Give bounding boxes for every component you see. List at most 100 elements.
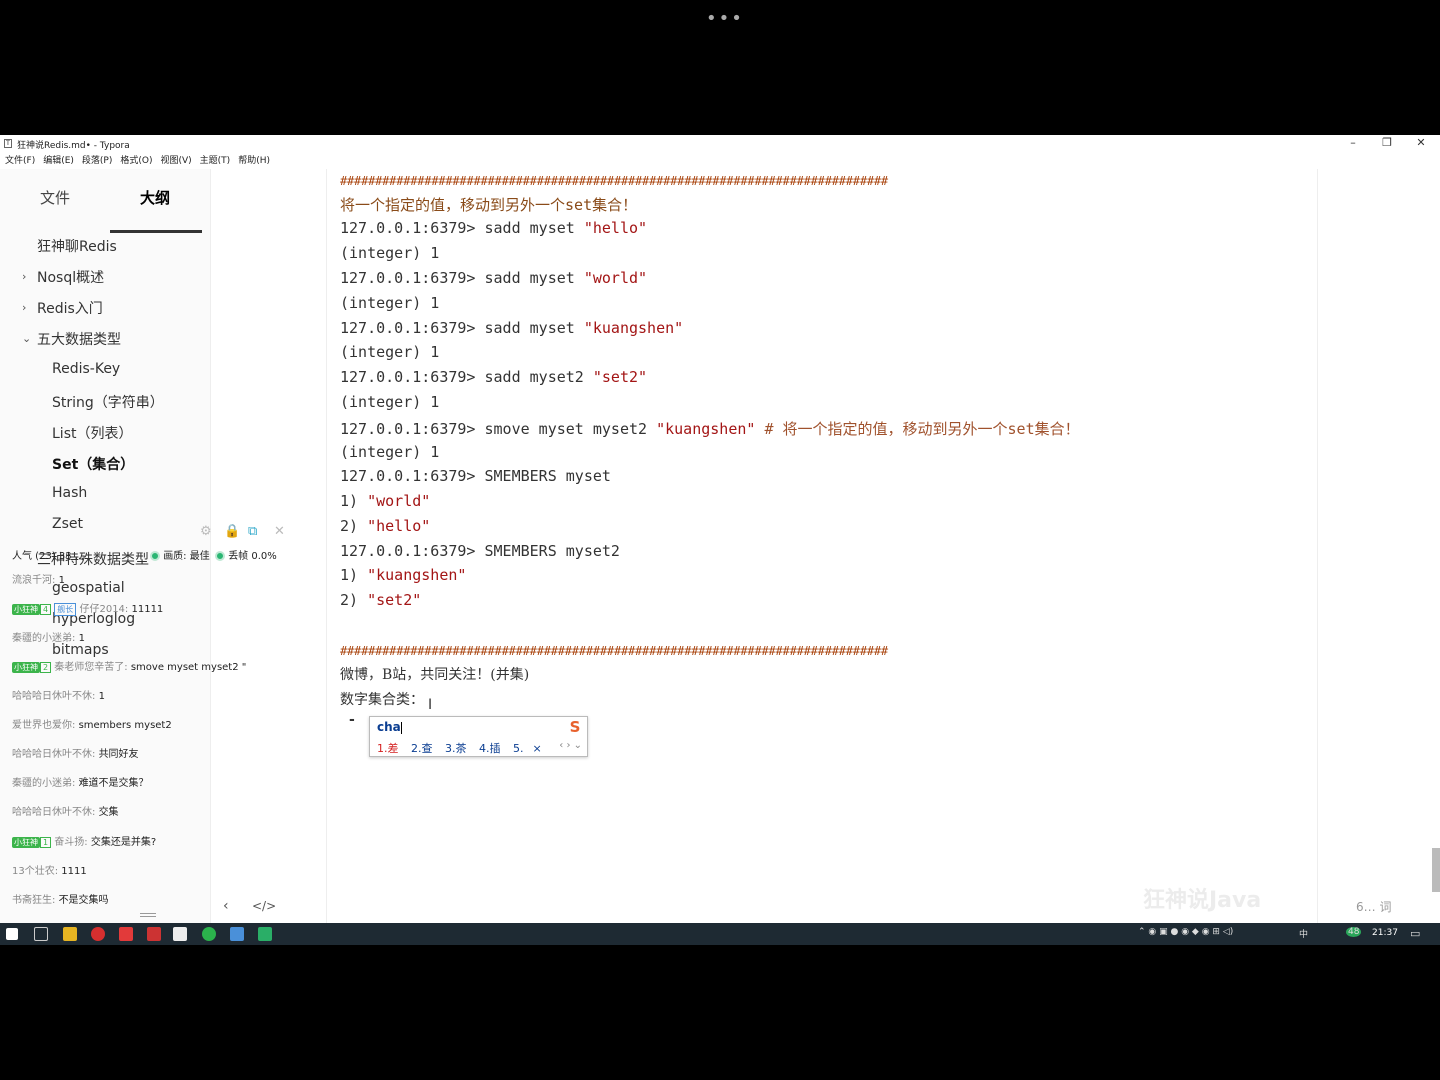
menu-format[interactable]: 格式(O) [120,153,152,169]
notification-icon[interactable]: ▭ [1410,927,1420,940]
outline-item[interactable]: 狂神聊Redis [37,236,117,256]
ime-candidate[interactable]: 5. [513,742,524,755]
ime-candidate[interactable]: 2.查 [411,742,433,755]
menu-view[interactable]: 视图(V) [160,153,191,169]
code-line: 127.0.0.1:6379> sadd myset "kuangshen" [340,319,684,337]
code-line: 127.0.0.1:6379> sadd myset "hello" [340,219,648,237]
menu-bar: 文件(F) 编辑(E) 段落(P) 格式(O) 视图(V) 主题(T) 帮助(H… [0,153,273,169]
menu-help[interactable]: 帮助(H) [238,153,270,169]
drag-handle-icon[interactable] [140,913,156,917]
outline-item[interactable]: Hash [52,485,87,501]
code-line: 127.0.0.1:6379> SMEMBERS myset [340,467,611,485]
typora-taskbar-icon[interactable] [173,927,187,941]
drop-frame-status: 丢帧 0.0% [215,547,277,562]
outline-item[interactable]: Zset [52,516,83,532]
close-icon[interactable]: ✕ [274,524,285,539]
code-line: 1) "kuangshen" [340,566,467,584]
tray-badge[interactable]: 48 [1346,927,1362,937]
outline-item[interactable]: 五大数据类型 [37,329,121,349]
ime-candidate[interactable]: 4.插 [479,742,501,755]
settings-icon[interactable]: ⚙ [200,524,212,539]
typora-window: T 狂神说Redis.md• - Typora – ❐ ✕ 文件(F) 编辑(E… [0,135,1440,923]
outline-item[interactable]: Redis入门 [37,298,103,318]
chat-header: 人气 (23) 33 ... [12,551,85,562]
watermark: 狂神说Java [1143,888,1262,913]
code-separator: ########################################… [340,644,888,658]
text-cursor-icon: I [428,697,433,713]
list-bullet: - [349,712,355,728]
menu-paragraph[interactable]: 段落(P) [82,153,112,169]
editor-pane[interactable]: ########################################… [326,169,1318,923]
window-title: 狂神说Redis.md• - Typora [17,141,130,151]
menu-edit[interactable]: 编辑(E) [43,153,74,169]
app-icon[interactable] [230,927,244,941]
source-code-icon[interactable]: </> [252,899,276,913]
outline-item[interactable]: Nosql概述 [37,267,104,287]
code-line: 127.0.0.1:6379> sadd myset "world" [340,269,648,287]
chevron-right-icon[interactable]: › [22,301,26,314]
outline-item[interactable]: List（列表） [52,423,132,443]
menu-file[interactable]: 文件(F) [5,153,35,169]
taskbar: ⌃ ◉ ▣ ● ◉ ◆ ◉ ⊞ ◁) 中 48 21:37 ▭ [0,923,1440,945]
code-line: (integer) 1 [340,294,440,312]
minimize-icon[interactable]: – [1338,136,1368,150]
app-icon[interactable] [91,927,105,941]
chat-message: 小狂神 1 奋斗扬: 交集还是并集? [12,837,157,848]
app-icon[interactable] [202,927,216,941]
lock-icon[interactable]: 🔒 [224,524,240,539]
close-icon[interactable]: ✕ [1406,136,1436,150]
quality-status: 画质: 最佳 [150,547,210,562]
code-line: 127.0.0.1:6379> SMEMBERS myset2 [340,542,620,560]
active-tab-indicator [110,230,202,233]
code-line: 2) "set2" [340,591,422,609]
tab-files[interactable]: 文件 [40,187,70,208]
back-arrow-icon[interactable]: ‹ [223,898,229,914]
chat-message: 哈哈哈日休叶不休: 1 [12,691,105,702]
title-bar: T 狂神说Redis.md• - Typora – ❐ ✕ [0,135,1440,152]
chat-message: 书斋狂生: 不是交集吗 [12,895,109,906]
file-explorer-icon[interactable] [63,927,77,941]
restore-icon[interactable]: ❐ [1372,136,1402,150]
outline-item[interactable]: bitmaps [52,642,109,658]
chevron-down-icon[interactable]: ⌄ [22,332,31,345]
task-view-icon[interactable] [34,927,48,941]
word-count[interactable]: 6… 词 [1356,898,1391,915]
outline-item[interactable]: String（字符串） [52,392,164,412]
chevron-right-icon[interactable]: › [22,270,26,283]
ime-candidate[interactable]: 1.差 [377,742,399,755]
windows-start-icon[interactable] [6,928,18,940]
code-line: (integer) 1 [340,443,440,461]
app-icon[interactable] [147,927,161,941]
video-top-bar: ••• [0,0,1440,135]
code-separator: ########################################… [340,174,888,188]
tab-outline[interactable]: 大纲 [140,187,170,208]
wechat-icon[interactable] [258,927,272,941]
ime-indicator[interactable]: 中 [1299,927,1308,940]
menu-theme[interactable]: 主题(T) [200,153,231,169]
ime-close-icon[interactable]: × [533,742,542,755]
ime-candidates: 1.差 2.查 3.茶 4.插 5. × [377,740,542,756]
chat-message: 流浪千河: 1 [12,575,65,586]
paragraph: 微博，B站，共同关注！(并集) [340,667,530,683]
popout-icon[interactable]: ⧉ [248,524,257,539]
chat-message: 13个壮农: 1111 [12,866,87,877]
ime-page-nav-icon[interactable]: ‹ › ⌄ [559,740,582,751]
clock[interactable]: 21:37 [1372,928,1398,938]
code-line: (integer) 1 [340,343,440,361]
more-options-icon[interactable]: ••• [706,8,744,29]
paragraph: 数字集合类： [340,692,424,708]
code-line: 2) "hello" [340,517,431,535]
chat-message: 秦疆的小迷弟: 1 [12,633,85,644]
chat-message: 小狂神 4 舰长 仔仔2014: 11111 [12,603,164,616]
tray-icons[interactable]: ⌃ ◉ ▣ ● ◉ ◆ ◉ ⊞ ◁) [1138,927,1233,937]
chat-message: 哈哈哈日休叶不休: 交集 [12,807,119,818]
ime-candidate[interactable]: 3.茶 [445,742,467,755]
code-line: 1) "world" [340,492,431,510]
sidebar-tabs: 文件 大纲 [0,187,211,233]
scrollbar-thumb[interactable] [1432,848,1440,892]
app-icon[interactable] [119,927,133,941]
outline-item[interactable]: Redis-Key [52,361,120,377]
outline-item-active[interactable]: Set（集合） [52,454,134,474]
sogou-logo-icon: S [569,718,581,736]
ime-candidate-window[interactable]: cha S 1.差 2.查 3.茶 4.插 5. × ‹ › ⌄ [369,716,588,757]
